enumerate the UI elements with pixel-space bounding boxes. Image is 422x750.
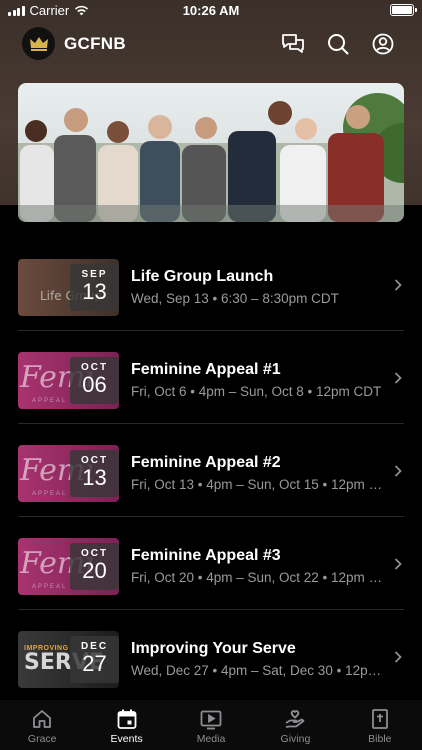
event-title: Feminine Appeal #1 (131, 361, 281, 378)
bottom-tab-bar: Grace Events Media Giving Bible (0, 700, 422, 750)
event-title: Improving Your Serve (131, 640, 296, 657)
chevron-right-icon (394, 372, 402, 384)
event-datetime: Fri, Oct 20 • 4pm – Sun, Oct 22 • 12pm C… (131, 570, 387, 585)
app-header: GCFNB (0, 22, 422, 66)
hero-banner-image[interactable] (18, 83, 404, 222)
battery-icon (390, 4, 417, 16)
thumbnail-subtext: APPEAL (32, 584, 68, 590)
event-title: Feminine Appeal #2 (131, 454, 281, 471)
event-thumbnail: Femi APPEAL OCT 20 (18, 538, 119, 595)
date-day: 06 (82, 372, 107, 397)
event-row[interactable]: Life Group SEP 13 Life Group Launch Wed,… (0, 238, 422, 331)
event-row[interactable]: Femi APPEAL OCT 20 Feminine Appeal #3 Fr… (0, 517, 422, 610)
date-badge: SEP 13 (70, 264, 119, 311)
event-title: Feminine Appeal #3 (131, 547, 281, 564)
chevron-right-icon (394, 279, 402, 291)
date-day: 20 (82, 558, 107, 583)
profile-button[interactable] (370, 31, 396, 57)
event-thumbnail: Femi APPEAL OCT 06 (18, 352, 119, 409)
date-day: 13 (82, 279, 107, 304)
date-day: 13 (82, 465, 107, 490)
event-thumbnail: Life Group SEP 13 (18, 259, 119, 316)
tab-label: Bible (368, 733, 392, 745)
event-datetime: Fri, Oct 13 • 4pm – Sun, Oct 15 • 12pm C… (131, 477, 387, 492)
date-badge: OCT 06 (70, 357, 119, 404)
church-logo[interactable] (22, 27, 55, 60)
home-icon (33, 710, 52, 728)
messages-button[interactable] (280, 31, 306, 57)
chevron-right-icon (394, 558, 402, 570)
tab-label: Giving (280, 733, 311, 745)
status-bar: Carrier 10:26 AM (0, 0, 422, 22)
event-datetime: Wed, Dec 27 • 4pm – Sat, Dec 30 • 12pm C… (131, 663, 387, 678)
date-badge: OCT 13 (70, 450, 119, 497)
calendar-icon (117, 709, 137, 729)
event-row[interactable]: IMPROVING SERVE DEC 27 Improving Your Se… (0, 610, 422, 703)
date-badge: DEC 27 (70, 636, 119, 683)
search-button[interactable] (325, 31, 351, 57)
tab-label: Media (196, 733, 226, 745)
giving-icon (285, 710, 305, 728)
event-datetime: Fri, Oct 6 • 4pm – Sun, Oct 8 • 12pm CDT (131, 384, 382, 399)
play-icon (200, 710, 222, 730)
date-badge: OCT 20 (70, 543, 119, 590)
bible-icon (371, 709, 388, 729)
crown-icon (29, 36, 48, 51)
chevron-right-icon (394, 465, 402, 477)
tab-events[interactable]: Events (84, 700, 168, 750)
event-row[interactable]: Femi APPEAL OCT 06 Feminine Appeal #1 Fr… (0, 331, 422, 424)
group-photo-illustration (18, 83, 404, 222)
event-thumbnail: IMPROVING SERVE DEC 27 (18, 631, 119, 688)
app-title: GCFNB (64, 34, 126, 53)
profile-icon (372, 33, 394, 55)
event-row[interactable]: Femi APPEAL OCT 13 Feminine Appeal #2 Fr… (0, 424, 422, 517)
events-list: Life Group SEP 13 Life Group Launch Wed,… (0, 238, 422, 703)
tab-label: Events (110, 733, 143, 745)
tab-label: Grace (27, 733, 57, 745)
tab-media[interactable]: Media (169, 700, 253, 750)
tab-giving[interactable]: Giving (253, 700, 337, 750)
tab-grace[interactable]: Grace (0, 700, 84, 750)
chat-icon (282, 34, 304, 53)
search-icon (328, 34, 349, 55)
event-title: Life Group Launch (131, 268, 274, 285)
date-day: 27 (82, 651, 107, 676)
thumbnail-subtext: APPEAL (32, 491, 68, 497)
thumbnail-subtext: APPEAL (32, 398, 68, 404)
chevron-right-icon (394, 651, 402, 663)
tab-bible[interactable]: Bible (338, 700, 422, 750)
event-datetime: Wed, Sep 13 • 6:30 – 8:30pm CDT (131, 291, 339, 306)
status-time: 10:26 AM (182, 3, 240, 18)
event-thumbnail: Femi APPEAL OCT 13 (18, 445, 119, 502)
